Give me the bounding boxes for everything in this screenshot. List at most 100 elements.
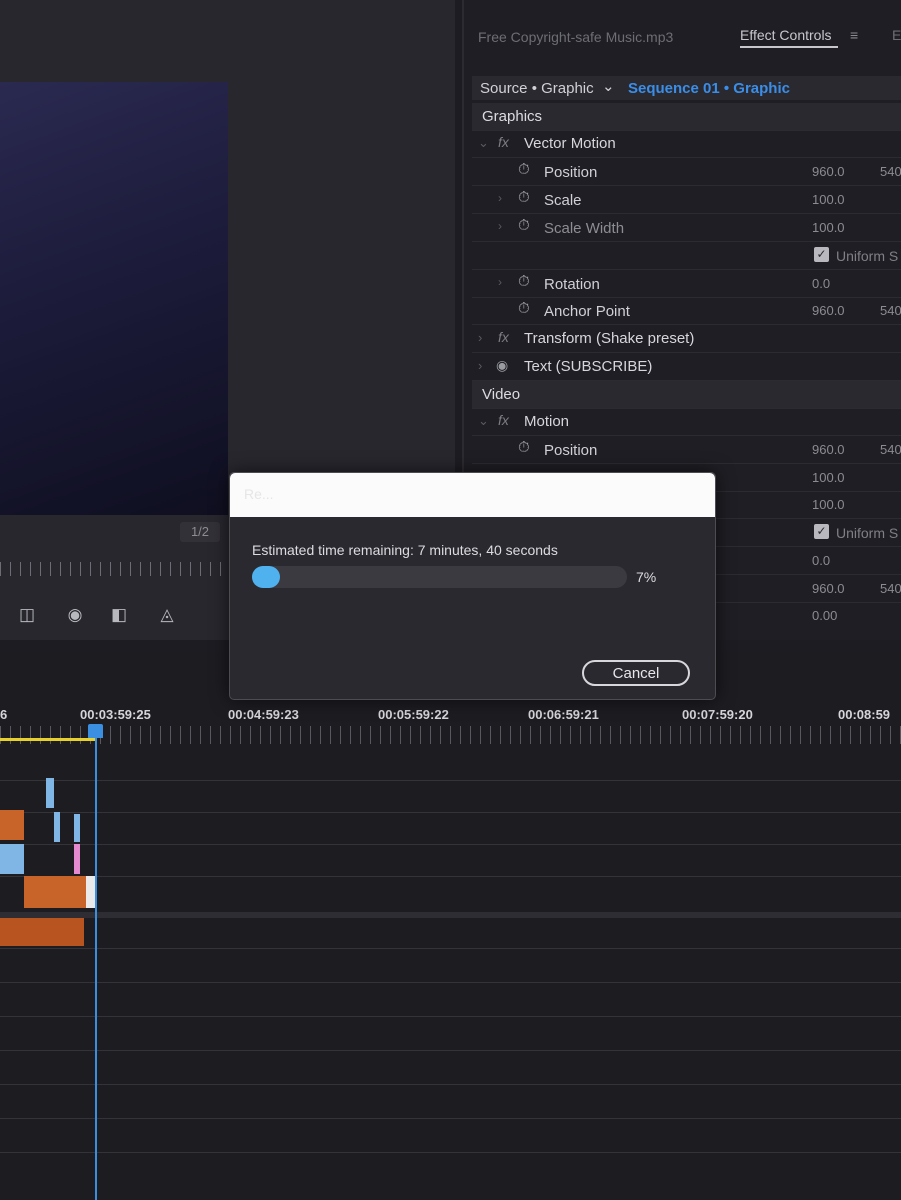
sequence-clip-link[interactable]: Sequence 01 • Graphic (628, 80, 790, 97)
track-divider (0, 1050, 901, 1051)
stopwatch-icon[interactable]: ⏱ (518, 439, 530, 456)
anchor-x-value[interactable]: 960.0 (812, 303, 845, 318)
track-divider (0, 1152, 901, 1153)
dialog-title: Re... (244, 486, 274, 502)
property-uniform-scale: ✓ Uniform S (472, 242, 901, 270)
section-graphics: Graphics (472, 103, 901, 131)
work-area-bar[interactable] (0, 738, 96, 741)
uniform-scale-checkbox[interactable]: ✓ (814, 247, 829, 262)
property-label: Anchor Point (544, 303, 630, 320)
scale-width-value[interactable]: 100.0 (812, 220, 845, 235)
expand-arrow-icon[interactable]: › (498, 219, 502, 233)
timeline-clip[interactable] (0, 810, 24, 840)
track-divider (0, 1084, 901, 1085)
property-position: ⏱ Position 960.0 540 (472, 436, 901, 464)
stopwatch-icon[interactable]: ⏱ (518, 273, 530, 290)
eye-icon[interactable]: ◉ (496, 357, 508, 374)
page-indicator: 1/2 (180, 522, 220, 542)
timecode-label: 00:08:59 (838, 707, 891, 722)
export-frame-icon[interactable]: ◫ (14, 604, 40, 626)
rotation-value[interactable]: 0.0 (812, 276, 830, 291)
audio-clip[interactable] (0, 918, 84, 946)
stopwatch-icon[interactable]: ⏱ (518, 189, 530, 206)
position-y-value[interactable]: 540 (880, 164, 901, 179)
timeline-clip[interactable] (74, 844, 80, 874)
timeline-clip[interactable] (74, 814, 80, 842)
fx-icon[interactable]: fx (498, 134, 509, 150)
dialog-titlebar[interactable]: Re... (230, 473, 715, 517)
property-scale: › ⏱ Scale 100.0 (472, 186, 901, 214)
property-label: Rotation (544, 276, 600, 293)
scale-value[interactable]: 100.0 (812, 470, 845, 485)
fx-icon[interactable]: fx (498, 412, 509, 428)
tab-effect-controls[interactable]: Effect Controls (740, 27, 832, 43)
stopwatch-icon[interactable]: ⏱ (518, 161, 530, 178)
playhead-handle[interactable] (88, 724, 103, 738)
track-divider (0, 1016, 901, 1017)
progress-bar (252, 566, 627, 588)
checkbox-label: Uniform S (836, 525, 899, 541)
rotation-value[interactable]: 0.0 (812, 553, 830, 568)
section-video: Video (472, 381, 901, 409)
video-preview[interactable] (0, 82, 228, 515)
effect-name: Motion (524, 413, 570, 430)
effect-motion[interactable]: ⌄ fx Motion (472, 408, 901, 436)
playhead-line[interactable] (95, 738, 97, 1200)
expand-arrow-icon[interactable]: › (478, 330, 482, 345)
source-selector-row: Source • Graphic ⌄ Sequence 01 • Graphic (472, 76, 901, 100)
position-y-value[interactable]: 540 (880, 442, 901, 457)
effect-name: Vector Motion (524, 135, 616, 152)
panel-tab-bar: Free Copyright-safe Music.mp3 Effect Con… (464, 22, 901, 52)
timeline-clip[interactable] (54, 812, 60, 842)
anchor-x-value[interactable]: 960.0 (812, 581, 845, 596)
scale-value[interactable]: 100.0 (812, 192, 845, 207)
effect-transform[interactable]: › fx Transform (Shake preset) (472, 325, 901, 353)
timeline-clip[interactable] (24, 876, 86, 908)
timeline-clip[interactable] (86, 876, 95, 908)
anchor-y-value[interactable]: 540 (880, 581, 901, 596)
track-divider (0, 812, 901, 813)
expand-arrow-icon[interactable]: › (498, 191, 502, 205)
stopwatch-icon[interactable]: ⏱ (518, 300, 530, 317)
effect-vector-motion[interactable]: ⌄ fx Vector Motion (472, 130, 901, 158)
position-x-value[interactable]: 960.0 (812, 442, 845, 457)
chevron-down-icon[interactable]: ⌄ (602, 77, 615, 95)
timecode-label: 00:06:59:21 (528, 707, 599, 722)
effect-text[interactable]: › ◉ Text (SUBSCRIBE) (472, 353, 901, 381)
expand-arrow-icon[interactable]: › (478, 358, 482, 373)
timecode-label: 00:04:59:23 (228, 707, 299, 722)
anchor-y-value[interactable]: 540 (880, 303, 901, 318)
uniform-scale-checkbox[interactable]: ✓ (814, 524, 829, 539)
effect-name: Text (SUBSCRIBE) (524, 358, 653, 375)
insert-icon[interactable]: ◧ (106, 604, 132, 626)
position-x-value[interactable]: 960.0 (812, 164, 845, 179)
estimated-time-text: Estimated time remaining: 7 minutes, 40 … (252, 542, 558, 558)
overwrite-icon[interactable]: ◬ (154, 604, 180, 626)
progress-bar-fill (252, 566, 280, 588)
scale-width-value[interactable]: 100.0 (812, 497, 845, 512)
expand-arrow-icon[interactable]: › (498, 275, 502, 289)
timecode-label: 00:03:59:25 (80, 707, 151, 722)
cancel-button[interactable]: Cancel (582, 660, 690, 686)
property-label: Scale Width (544, 220, 625, 237)
collapse-arrow-icon[interactable]: ⌄ (478, 135, 489, 151)
source-clip-label[interactable]: Source • Graphic (480, 80, 594, 97)
collapse-arrow-icon[interactable]: ⌄ (478, 413, 489, 429)
timecode-label: 00:07:59:20 (682, 707, 753, 722)
timeline-clip[interactable] (46, 778, 54, 808)
camera-icon[interactable]: ◉ (62, 604, 88, 626)
tab-overflow[interactable]: E (892, 27, 901, 43)
timeline-clip[interactable] (0, 844, 24, 874)
anti-flicker-value[interactable]: 0.00 (812, 608, 837, 623)
time-ruler[interactable] (0, 726, 901, 744)
timecode-label: 6 (0, 707, 8, 722)
stopwatch-icon[interactable]: ⏱ (518, 217, 530, 234)
active-tab-indicator (740, 46, 838, 48)
tab-audio-clip-mixer[interactable]: Free Copyright-safe Music.mp3 (478, 29, 673, 45)
panel-menu-icon[interactable]: ≡ (850, 27, 858, 43)
property-position: ⏱ Position 960.0 540 (472, 158, 901, 186)
monitor-scrub-ruler[interactable] (0, 562, 228, 576)
track-divider (0, 948, 901, 949)
fx-icon[interactable]: fx (498, 329, 509, 345)
property-anchor-point: ⏱ Anchor Point 960.0 540 (472, 297, 901, 325)
